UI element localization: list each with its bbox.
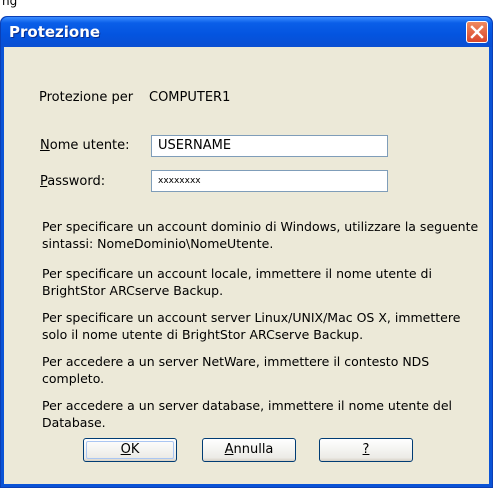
help-button[interactable]: ? [319,438,413,462]
protection-for-value: COMPUTER1 [149,90,231,105]
info-domain-account: Per specificare un account dominio di Wi… [42,219,479,251]
info-unix-account: Per specificare un account server Linux/… [42,310,461,342]
protection-dialog: Protezione Protezione per COMPUTER1 Nome… [0,16,493,488]
window-title: Protezione [9,23,101,41]
focus-ring [86,441,174,459]
info-local-account: Per specificare un account locale, immet… [42,266,432,298]
protection-for-label: Protezione per [39,90,134,105]
cancel-button[interactable]: Annulla [202,438,296,462]
ok-button[interactable]: OK [83,438,177,462]
title-bar[interactable]: Protezione [1,17,492,47]
close-button[interactable] [466,21,488,43]
password-input[interactable]: xxxxxxxx [151,170,388,192]
info-database: Per accedere a un server database, immet… [42,398,453,430]
info-netware: Per accedere a un server NetWare, immett… [42,354,430,386]
password-label: Password: [40,174,106,189]
background-text: ng [2,0,18,8]
username-label: Nome utente: [40,138,130,153]
username-input[interactable]: USERNAME [151,135,388,157]
close-icon [470,25,484,39]
dialog-body: Protezione per COMPUTER1 Nome utente: US… [4,47,489,484]
